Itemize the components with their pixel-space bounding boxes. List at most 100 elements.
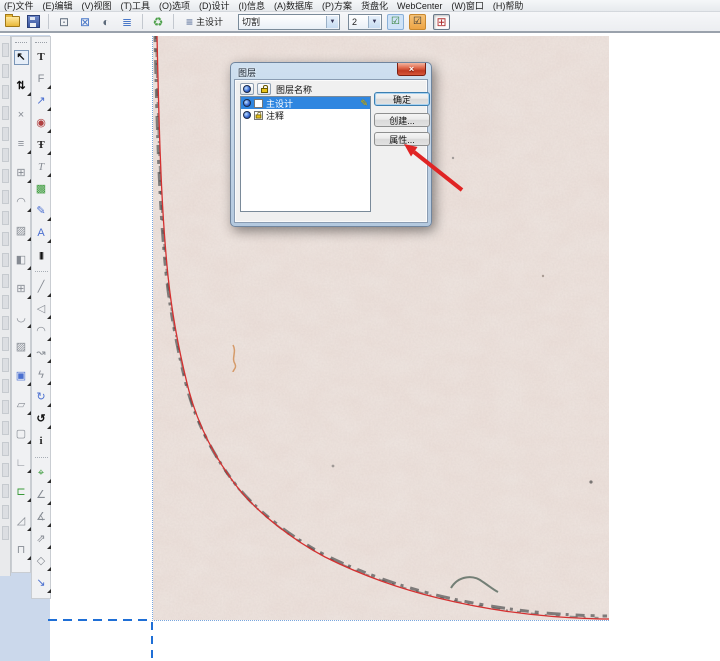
menu-projects[interactable]: (P)方案 xyxy=(322,0,352,12)
rotate-ccw-tool-button[interactable]: ↺ xyxy=(34,412,49,427)
ok-button[interactable]: 确定 xyxy=(374,92,430,106)
multi-select-tool-button[interactable]: ⇅ xyxy=(14,79,29,94)
measure-line-tool-button[interactable]: ╱ xyxy=(34,280,49,295)
curve-tool-button[interactable]: ↝ xyxy=(34,346,49,361)
menu-view[interactable]: (V)视图 xyxy=(82,0,112,12)
menu-tools[interactable]: (T)工具 xyxy=(121,0,151,12)
chamfer-tool-button[interactable]: ◿ xyxy=(14,514,29,529)
rotate-cw-icon: ↻ xyxy=(36,390,45,405)
radius-tool-button[interactable]: ∡ xyxy=(34,510,49,525)
mesh-tool-button-2[interactable]: ▨ xyxy=(14,340,29,355)
menu-info[interactable]: (I)信息 xyxy=(239,0,266,12)
menu-design[interactable]: (D)设计 xyxy=(199,0,230,12)
list-header-row: 图层名称 xyxy=(240,83,312,95)
solid-view-button[interactable]: ◐ xyxy=(97,13,115,30)
lock-header-button[interactable] xyxy=(257,83,271,95)
approval-check-icon: ☑ xyxy=(413,16,422,27)
layer-stack-tool-button[interactable]: ≡ xyxy=(14,137,29,152)
rect-tool-button[interactable]: ▢ xyxy=(14,427,29,442)
italic-text-tool-button[interactable]: T xyxy=(34,160,49,175)
delete-x-icon: × xyxy=(18,108,24,123)
app-window: (F)文件 (E)编辑 (V)视图 (T)工具 (O)选项 (D)设计 (I)信… xyxy=(0,0,720,661)
layer-row-main-design[interactable]: 主设计 ✎ xyxy=(241,97,370,109)
select-tool-button[interactable]: ↖ xyxy=(14,50,29,65)
triangle-tool-button[interactable]: ◁ xyxy=(34,302,49,317)
menu-database[interactable]: (A)数据库 xyxy=(274,0,313,12)
copy-stack-tool-button[interactable]: ▱ xyxy=(14,398,29,413)
arc-tool-button[interactable]: ◠ xyxy=(14,195,29,210)
wave-arrow-icon: ↝ xyxy=(36,346,45,361)
toolbar-separator xyxy=(48,14,49,29)
text-style-tool-button[interactable]: Ŧ xyxy=(34,138,49,153)
columns-view-button[interactable]: ≣ xyxy=(118,13,136,30)
level-select[interactable]: 2 ▼ xyxy=(348,14,382,30)
solid-box-tool-button[interactable]: ▣ xyxy=(14,369,29,384)
lock-icon xyxy=(261,88,268,93)
grid-view-toggle-button[interactable]: ⊞ xyxy=(433,14,450,30)
leader-arrow-tool-button[interactable]: ↗ xyxy=(34,94,49,109)
add-shape-tool-button-2[interactable]: ⊞ xyxy=(14,282,29,297)
zigzag-tool-button[interactable]: ϟ xyxy=(34,368,49,383)
layer-row-annotation[interactable]: 注释 xyxy=(241,109,370,121)
polyline-tool-button[interactable]: ∟ xyxy=(14,456,29,471)
arc-tool-button-2[interactable]: ◡ xyxy=(14,311,29,326)
chevron-down-icon: ▼ xyxy=(368,16,380,28)
menu-options[interactable]: (O)选项 xyxy=(159,0,190,12)
angle-icon: ∠ xyxy=(36,488,46,503)
pin-tool-button[interactable]: ⌖ xyxy=(34,466,49,481)
close-button[interactable]: × xyxy=(397,63,426,76)
layers-stack-icon: ≡ xyxy=(186,17,193,27)
workflow-button[interactable]: ♻ xyxy=(149,13,167,30)
eye-mark-tool-button[interactable]: ◉ xyxy=(34,116,49,131)
rotate-cw-tool-button[interactable]: ↻ xyxy=(34,390,49,405)
eye-icon[interactable] xyxy=(243,99,251,107)
main-design-button[interactable]: ≡ 主设计 xyxy=(180,12,229,31)
offset-tool-button[interactable]: ⊓ xyxy=(14,543,29,558)
half-fill-tool-button[interactable]: ◧ xyxy=(14,253,29,268)
save-button[interactable] xyxy=(24,13,42,30)
region-select-button[interactable]: ⊠ xyxy=(76,13,94,30)
arc-measure-tool-button[interactable]: ◠ xyxy=(34,324,49,339)
visibility-header-button[interactable] xyxy=(240,83,254,95)
menu-edit[interactable]: (E)编辑 xyxy=(43,0,73,12)
snapshot-button[interactable]: ⊡ xyxy=(55,13,73,30)
delete-tool-button[interactable]: × xyxy=(14,108,29,123)
barcode-icon: ||| xyxy=(39,248,43,263)
hatch-tool-button[interactable]: ▩ xyxy=(34,182,49,197)
paragraph-icon: F xyxy=(38,72,45,87)
menu-palletization[interactable]: 货盘化 xyxy=(361,0,388,12)
lock-icon xyxy=(256,114,262,118)
label-tool-button[interactable]: A xyxy=(34,226,49,241)
tagged-arrow-tool-button[interactable]: ↘ xyxy=(34,576,49,591)
info-tool-button[interactable]: i xyxy=(34,434,49,449)
left-dock: ↖ ⇅ × ≡ ⊞ ◠ ▨ ◧ ⊞ ◡ ▨ ▣ ▱ ▢ ∟ ⊏ ◿ ⊓ T F … xyxy=(0,35,50,661)
text-tool-button[interactable]: T xyxy=(34,50,49,65)
angle-tool-button[interactable]: ∠ xyxy=(34,488,49,503)
bracket-tool-button[interactable]: ⊏ xyxy=(14,485,29,500)
toolbar-grip[interactable] xyxy=(35,42,47,46)
barcode-tool-button[interactable]: ||| xyxy=(34,248,49,263)
properties-button[interactable]: 属性... xyxy=(374,132,430,146)
add-shape-tool-button[interactable]: ⊞ xyxy=(14,166,29,181)
create-button[interactable]: 创建... xyxy=(374,113,430,127)
lock-checkbox[interactable] xyxy=(254,99,263,108)
menu-help[interactable]: (H)帮助 xyxy=(493,0,524,12)
toolbar-grip[interactable] xyxy=(15,42,27,46)
move-tool-button[interactable]: ⇗ xyxy=(34,532,49,547)
approval-toggle-button[interactable]: ☑ xyxy=(409,14,426,30)
clipped-toolbar-strip xyxy=(0,36,11,576)
menu-window[interactable]: (W)窗口 xyxy=(451,0,484,12)
open-button[interactable] xyxy=(3,13,21,30)
lock-checkbox[interactable] xyxy=(254,111,263,120)
diamond-tool-button[interactable]: ◇ xyxy=(34,554,49,569)
menu-webcenter[interactable]: WebCenter xyxy=(397,1,442,11)
paragraph-tool-button[interactable]: F xyxy=(34,72,49,87)
mesh-tool-button[interactable]: ▨ xyxy=(14,224,29,239)
dialog-titlebar[interactable]: 图层 × xyxy=(231,63,431,79)
attach-tool-button[interactable]: ✎ xyxy=(34,204,49,219)
menu-file[interactable]: (F)文件 xyxy=(4,0,34,12)
eye-icon[interactable] xyxy=(243,111,251,119)
cut-mode-select[interactable]: 切割 ▼ xyxy=(238,14,340,30)
checklist-toggle-button[interactable]: ☑ xyxy=(387,14,404,30)
solid-view-icon: ◐ xyxy=(102,15,109,29)
